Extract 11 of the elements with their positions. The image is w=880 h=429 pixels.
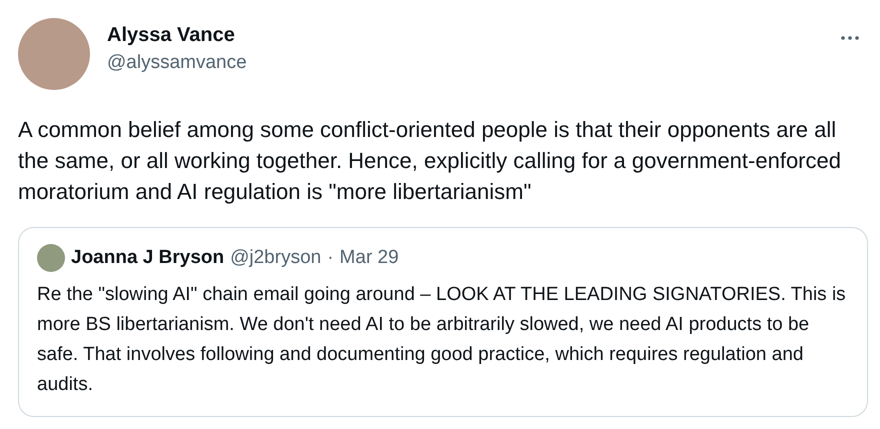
author-name: Joanna J Bryson: [71, 247, 224, 269]
separator-dot: ·: [327, 247, 334, 269]
quoted-text: Re the "slowing AI" chain email going around – LOOK AT THE LEADING SIGNATORIES. This is more BS libertarianism. We don't need AI to be arbitrarily slowed, we need AI products to be safe. That involves following and documenting good practice, which requires regulation and audits.: [37, 283, 847, 397]
quoted-tweet[interactable]: [18, 227, 868, 417]
avatar: [37, 244, 65, 272]
tweet-text: A common belief among some conflict-oriented people is that their opponents are all the same, or all working together. Hence, explicitly calling for a government-enforced moratorium and AI regulation is "more libertarianism": [18, 116, 842, 206]
post-date: Mar 29: [340, 247, 399, 269]
more-icon[interactable]: [840, 35, 860, 41]
author-handle: @j2bryson: [230, 247, 322, 269]
author-handle[interactable]: @alyssamvance: [107, 52, 247, 74]
author-name[interactable]: Alyssa Vance: [107, 24, 247, 47]
